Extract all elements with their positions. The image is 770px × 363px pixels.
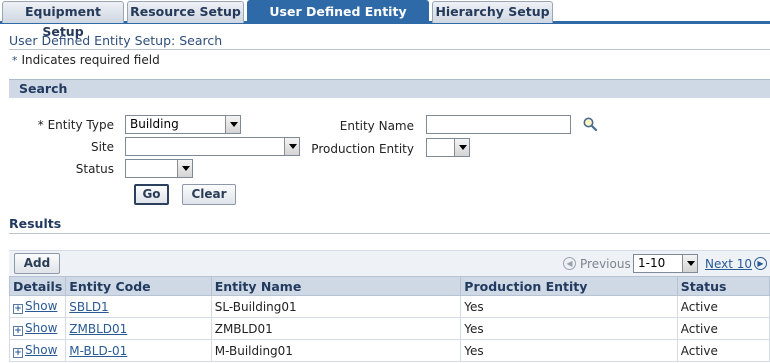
tab-hierarchy-setup[interactable]: Hierarchy Setup — [432, 1, 553, 23]
tab-bar: Equipment Setup Resource Setup User Defi… — [0, 0, 770, 41]
range-select[interactable]: 1-10 — [633, 254, 698, 273]
entity-code-link[interactable]: SBLD1 — [69, 300, 108, 314]
entity-name-cell: M-Building01 — [210, 339, 462, 362]
expand-plus-icon[interactable]: + — [13, 304, 23, 314]
chevron-down-icon — [454, 139, 469, 156]
entity-type-select[interactable]: Building — [125, 115, 241, 134]
previous-link: Previous — [580, 257, 631, 271]
entity-name-input[interactable] — [426, 115, 571, 134]
expand-plus-icon[interactable]: + — [13, 326, 23, 336]
results-title: Results — [9, 216, 62, 231]
entity-code-link[interactable]: M-BLD-01 — [69, 344, 127, 358]
column-header-entity-code[interactable]: Entity Code — [65, 276, 212, 296]
column-header-production-entity[interactable]: Production Entity — [460, 276, 678, 296]
tab-user-defined-entity-setup[interactable]: User Defined Entity Setup — [247, 0, 429, 41]
entity-name-label: Entity Name — [339, 119, 414, 133]
go-button[interactable]: Go — [134, 184, 169, 205]
status-cell: Active — [676, 295, 770, 318]
search-section-header: Search — [9, 79, 770, 98]
expand-plus-icon[interactable]: + — [13, 348, 23, 358]
entity-type-value: Building — [130, 117, 179, 131]
entity-code-cell: M-BLD-01 — [65, 339, 212, 362]
required-field-note: * Indicates required field — [12, 53, 160, 67]
production-entity-cell: Yes — [460, 339, 678, 362]
chevron-down-icon — [225, 116, 240, 133]
production-entity-cell: Yes — [460, 295, 678, 318]
chevron-down-icon — [682, 255, 697, 272]
status-cell: Active — [676, 317, 770, 340]
tab-equipment-setup[interactable]: Equipment Setup — [2, 1, 124, 39]
required-note-text: Indicates required field — [21, 53, 160, 67]
details-cell: + Show — [8, 317, 67, 340]
entity-name-cell: SL-Building01 — [210, 295, 462, 318]
required-star-icon: * — [12, 54, 18, 67]
entity-code-cell: ZMBLD01 — [65, 317, 212, 340]
show-details-link[interactable]: Show — [25, 343, 57, 357]
next-link[interactable]: Next 10 — [705, 257, 752, 271]
column-header-entity-name[interactable]: Entity Name — [210, 276, 462, 296]
entity-code-link[interactable]: ZMBLD01 — [69, 322, 127, 336]
entity-code-cell: SBLD1 — [65, 295, 212, 318]
entity-type-label: * Entity Type — [37, 118, 114, 132]
column-header-details: Details — [8, 276, 67, 296]
column-header-status[interactable]: Status — [676, 276, 770, 296]
chevron-down-icon — [177, 160, 192, 177]
production-entity-cell: Yes — [460, 317, 678, 340]
chevron-left-icon: ◀ — [563, 257, 576, 270]
results-divider — [9, 233, 770, 234]
entity-name-cell: ZMBLD01 — [210, 317, 462, 340]
chevron-down-icon — [284, 138, 299, 155]
status-select[interactable] — [125, 159, 193, 178]
show-details-link[interactable]: Show — [25, 299, 57, 313]
clear-button[interactable]: Clear — [182, 184, 236, 205]
page-title: User Defined Entity Setup: Search — [9, 33, 223, 48]
search-icon[interactable] — [582, 116, 598, 132]
details-cell: + Show — [8, 339, 67, 362]
tab-resource-setup[interactable]: Resource Setup — [127, 1, 244, 23]
details-cell: + Show — [8, 295, 67, 318]
table-header-row: Details Entity Code Entity Name Producti… — [8, 276, 770, 296]
status-label: Status — [75, 162, 114, 176]
production-entity-label: Production Entity — [311, 142, 414, 156]
results-table: Details Entity Code Entity Name Producti… — [8, 276, 770, 362]
production-entity-select[interactable] — [426, 138, 470, 157]
table-row: + Show M-BLD-01 M-Building01 Yes Active — [8, 339, 770, 362]
status-cell: Active — [676, 339, 770, 362]
title-divider — [9, 49, 770, 50]
show-details-link[interactable]: Show — [25, 321, 57, 335]
add-button[interactable]: Add — [14, 253, 60, 274]
site-label: Site — [90, 140, 114, 154]
chevron-right-icon[interactable]: ▶ — [754, 257, 767, 270]
site-select[interactable] — [125, 137, 300, 156]
range-value: 1-10 — [638, 256, 666, 270]
table-row: + Show ZMBLD01 ZMBLD01 Yes Active — [8, 317, 770, 340]
table-row: + Show SBLD1 SL-Building01 Yes Active — [8, 295, 770, 318]
